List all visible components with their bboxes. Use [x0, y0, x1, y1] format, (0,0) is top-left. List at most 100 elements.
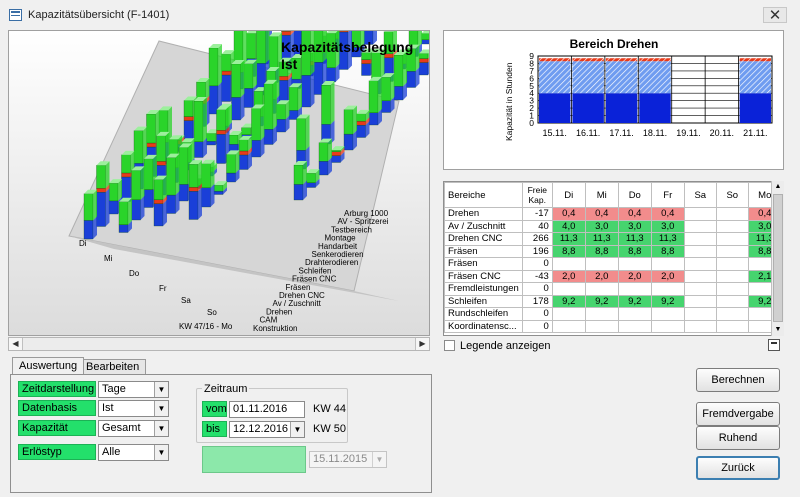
kapazitaet-select[interactable]: Gesamt ▼: [98, 420, 169, 437]
tab-auswertung[interactable]: Auswertung: [12, 357, 85, 374]
day-cell[interactable]: 9,2: [551, 294, 586, 308]
day-cell[interactable]: [650, 257, 685, 271]
table-row[interactable]: Koordinatensc... 0: [444, 319, 782, 333]
day-cell[interactable]: [715, 307, 749, 321]
day-cell[interactable]: [650, 282, 685, 296]
scroll-left-icon[interactable]: ◀: [9, 338, 23, 350]
day-cell[interactable]: [715, 244, 749, 258]
tab-bearbeiten[interactable]: Bearbeiten: [79, 359, 147, 374]
day-cell[interactable]: [551, 307, 586, 321]
day-cell[interactable]: 3,0: [650, 219, 685, 233]
close-button[interactable]: ✕: [763, 7, 787, 24]
day-cell[interactable]: [683, 307, 717, 321]
erloestyp-select[interactable]: Alle ▼: [98, 444, 169, 461]
vom-date-input[interactable]: 01.11.2016: [229, 401, 305, 418]
day-cell[interactable]: [683, 207, 717, 221]
zurueck-button[interactable]: Zurück: [696, 456, 780, 480]
column-header[interactable]: Fr: [650, 182, 685, 208]
column-header[interactable]: Freie Kap.: [521, 182, 553, 208]
column-header[interactable]: Do: [617, 182, 652, 208]
day-cell[interactable]: 11,3: [551, 232, 586, 246]
table-row[interactable]: Drehen CNC 266 11,3 11,3 11,3 11,3 11,3: [444, 232, 782, 246]
column-header[interactable]: Bereiche: [444, 182, 523, 208]
day-cell[interactable]: [551, 282, 586, 296]
chevron-down-icon[interactable]: ▼: [154, 401, 168, 416]
day-cell[interactable]: 2,0: [584, 269, 619, 283]
day-cell[interactable]: [584, 257, 619, 271]
day-cell[interactable]: [715, 294, 749, 308]
day-cell[interactable]: [715, 319, 749, 333]
day-cell[interactable]: 0,4: [584, 207, 619, 221]
day-cell[interactable]: 8,8: [584, 244, 619, 258]
day-cell[interactable]: [650, 319, 685, 333]
day-cell[interactable]: [683, 319, 717, 333]
table-row[interactable]: Drehen -17 0,4 0,4 0,4 0,4 0,4: [444, 207, 782, 221]
day-cell[interactable]: [617, 257, 652, 271]
day-cell[interactable]: [617, 307, 652, 321]
day-cell[interactable]: [683, 294, 717, 308]
day-cell[interactable]: 0,4: [650, 207, 685, 221]
grid-vertical-scrollbar[interactable]: ▲ ▼: [771, 181, 784, 336]
day-cell[interactable]: 9,2: [650, 294, 685, 308]
column-header[interactable]: Mi: [584, 182, 619, 208]
day-cell[interactable]: 9,2: [584, 294, 619, 308]
calendar-dropdown-icon[interactable]: ▼: [290, 422, 304, 437]
day-cell[interactable]: 3,0: [584, 219, 619, 233]
day-cell[interactable]: 3,0: [617, 219, 652, 233]
berechnen-button[interactable]: Berechnen: [696, 368, 780, 392]
day-cell[interactable]: 11,3: [617, 232, 652, 246]
day-cell[interactable]: [683, 219, 717, 233]
table-row[interactable]: Schleifen 178 9,2 9,2 9,2 9,2 9,2: [444, 294, 782, 308]
capacity-grid[interactable]: Bereiche Freie Kap. Di Mi Do Fr Sa So Mo Drehen -1…: [443, 181, 784, 336]
day-cell[interactable]: 9,2: [617, 294, 652, 308]
scroll-down-icon[interactable]: ▼: [772, 324, 784, 336]
scroll-up-icon[interactable]: ▲: [772, 181, 784, 193]
day-cell[interactable]: 8,8: [650, 244, 685, 258]
scroll-thumb[interactable]: [773, 194, 783, 322]
zeitdarstellung-select[interactable]: Tage ▼: [98, 381, 169, 398]
scroll-right-icon[interactable]: ▶: [415, 338, 429, 350]
datenbasis-select[interactable]: Ist ▼: [98, 400, 169, 417]
day-cell[interactable]: [683, 269, 717, 283]
day-cell[interactable]: 2,0: [650, 269, 685, 283]
chevron-down-icon[interactable]: ▼: [154, 382, 168, 397]
day-cell[interactable]: [551, 257, 586, 271]
day-cell[interactable]: 4,0: [551, 219, 586, 233]
day-cell[interactable]: [551, 319, 586, 333]
ruhend-button[interactable]: Ruhend: [696, 426, 780, 450]
day-cell[interactable]: [715, 232, 749, 246]
table-row[interactable]: Fremdleistungen 0: [444, 282, 782, 296]
chevron-down-icon[interactable]: ▼: [154, 445, 168, 460]
day-cell[interactable]: 2,0: [551, 269, 586, 283]
day-cell[interactable]: [683, 282, 717, 296]
day-cell[interactable]: [617, 319, 652, 333]
column-header[interactable]: So: [715, 182, 749, 208]
day-cell[interactable]: [584, 307, 619, 321]
day-cell[interactable]: [715, 269, 749, 283]
legend-checkbox[interactable]: [444, 340, 455, 351]
table-row[interactable]: Av / Zuschnitt 40 4,0 3,0 3,0 3,0 3,0: [444, 219, 782, 233]
table-row[interactable]: Fräsen 0: [444, 257, 782, 271]
day-cell[interactable]: 8,8: [551, 244, 586, 258]
day-cell[interactable]: [584, 282, 619, 296]
day-cell[interactable]: [650, 307, 685, 321]
day-cell[interactable]: 2,0: [617, 269, 652, 283]
chart3d-horizontal-scrollbar[interactable]: ◀ ▶: [8, 337, 430, 351]
day-cell[interactable]: [683, 257, 717, 271]
maximize-icon[interactable]: [768, 339, 780, 351]
day-cell[interactable]: 11,3: [584, 232, 619, 246]
day-cell[interactable]: 0,4: [617, 207, 652, 221]
day-cell[interactable]: [683, 244, 717, 258]
bis-date-input[interactable]: 12.12.2016 ▼: [229, 421, 305, 438]
table-row[interactable]: Fräsen 196 8,8 8,8 8,8 8,8 8,8: [444, 244, 782, 258]
day-cell[interactable]: [715, 257, 749, 271]
day-cell[interactable]: [715, 207, 749, 221]
day-cell[interactable]: [584, 319, 619, 333]
column-header[interactable]: Sa: [683, 182, 717, 208]
column-header[interactable]: Di: [551, 182, 586, 208]
day-cell[interactable]: 11,3: [650, 232, 685, 246]
day-cell[interactable]: 0,4: [551, 207, 586, 221]
day-cell[interactable]: [617, 282, 652, 296]
fremdvergabe-button[interactable]: Fremdvergabe: [696, 402, 780, 426]
day-cell[interactable]: [715, 219, 749, 233]
